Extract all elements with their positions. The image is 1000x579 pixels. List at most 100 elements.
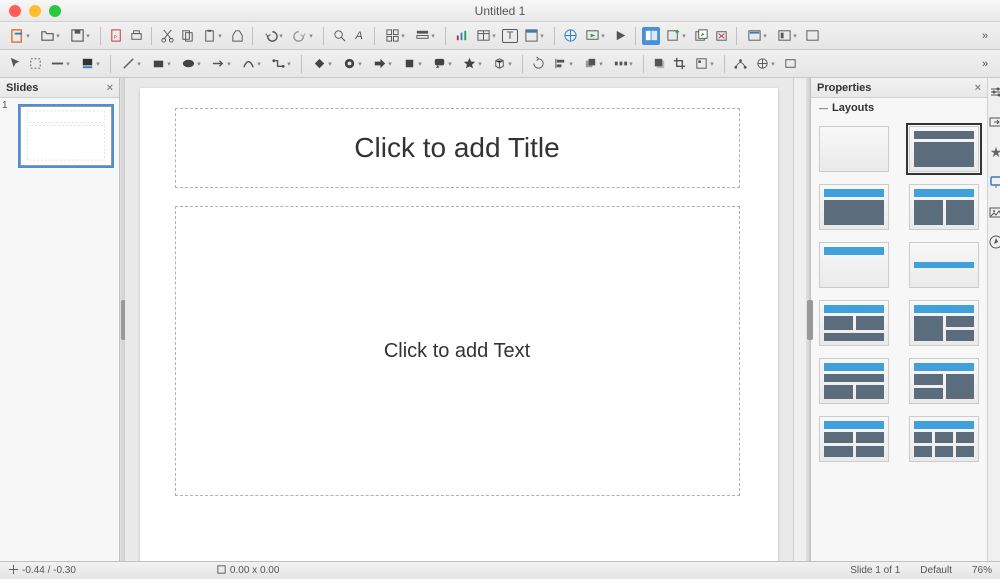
grid-button[interactable]: ▾ — [381, 27, 409, 45]
insert-chart-button[interactable] — [452, 27, 470, 45]
rotate-button[interactable] — [529, 55, 547, 73]
redo-button[interactable]: ▾ — [289, 27, 317, 45]
layout-blank[interactable] — [819, 126, 889, 172]
toolbar-overflow-button-2[interactable]: » — [976, 55, 994, 73]
undo-button[interactable]: ▾ — [259, 27, 287, 45]
line-tool-button[interactable]: ▾ — [117, 55, 145, 73]
crop-button[interactable] — [670, 55, 688, 73]
filter-button[interactable]: ▾ — [690, 55, 718, 73]
insert-header-footer-button[interactable]: ▾ — [520, 27, 548, 45]
vertical-scrollbar[interactable] — [793, 78, 806, 561]
layout-content-only[interactable] — [819, 184, 889, 230]
toolbar-drawing: ▾ ▾ ▾ ▾ ▾ ▾ ▾ ▾ ▾ ▾ ▾ ▾ ▾ ▾ ▾ ▾ ▾ ▾ ▾ ▾ … — [0, 50, 1000, 78]
spellcheck-button[interactable]: A — [350, 27, 368, 45]
layout-one-beside-two[interactable] — [909, 300, 979, 346]
layout-hdr-four[interactable] — [819, 416, 889, 462]
block-arrows-button[interactable]: ▾ — [368, 55, 396, 73]
callout-shapes-button[interactable]: ▾ — [428, 55, 456, 73]
fill-color-button[interactable]: ▾ — [76, 55, 104, 73]
arrange-button[interactable]: ▾ — [579, 55, 607, 73]
points-button[interactable] — [731, 55, 749, 73]
export-pdf-button[interactable]: P — [107, 27, 125, 45]
3d-objects-button[interactable]: ▾ — [488, 55, 516, 73]
slides-panel-close-icon[interactable]: × — [107, 82, 113, 94]
symbol-shapes-button[interactable]: ▾ — [338, 55, 366, 73]
line-color-button[interactable]: ▾ — [46, 55, 74, 73]
new-slide-button[interactable]: ▾ — [662, 27, 690, 45]
sidebar-tab-transition-icon[interactable] — [988, 114, 1000, 130]
cut-button[interactable] — [158, 27, 176, 45]
star-shapes-button[interactable]: ▾ — [458, 55, 486, 73]
right-splitter[interactable] — [806, 78, 811, 561]
find-button[interactable] — [330, 27, 348, 45]
display-views-button[interactable]: ▾ — [411, 27, 439, 45]
toggle-extrusion-button[interactable] — [781, 55, 799, 73]
save-button[interactable]: ▾ — [66, 27, 94, 45]
window-controls — [9, 5, 61, 17]
layout-hdr-six[interactable] — [909, 416, 979, 462]
minimize-window-button[interactable] — [29, 5, 41, 17]
sidebar-tab-navigator-icon[interactable] — [988, 234, 1000, 250]
title-placeholder[interactable]: Click to add Title — [175, 108, 740, 188]
master-slide-button[interactable] — [642, 27, 660, 45]
properties-panel-title: Properties — [817, 82, 871, 94]
slide-design-button[interactable]: ▾ — [773, 27, 801, 45]
sidebar-tab-master-icon[interactable] — [988, 174, 1000, 190]
ellipse-tool-button[interactable]: ▾ — [177, 55, 205, 73]
insert-textbox-button[interactable]: T — [502, 29, 518, 43]
new-button[interactable]: ▾ — [6, 27, 34, 45]
select-tool-button[interactable] — [6, 55, 24, 73]
statusbar-zoom[interactable]: 76% — [972, 565, 992, 576]
start-presentation-button[interactable]: ▾ — [581, 27, 609, 45]
separator — [554, 27, 555, 45]
layout-hdr-two-row[interactable] — [909, 358, 979, 404]
basic-shapes-button[interactable]: ▾ — [308, 55, 336, 73]
slide-canvas[interactable]: Click to add Title Click to add Text — [140, 88, 778, 561]
print-button[interactable] — [127, 27, 145, 45]
curve-tool-button[interactable]: ▾ — [237, 55, 265, 73]
sidebar-tab-gallery-icon[interactable] — [988, 204, 1000, 220]
sidebar-tab-properties-icon[interactable] — [988, 84, 1000, 100]
paste-button[interactable]: ▾ — [198, 27, 226, 45]
delete-slide-button[interactable] — [712, 27, 730, 45]
layout-title-content[interactable] — [909, 126, 979, 172]
toolbar-overflow-button[interactable]: » — [976, 27, 994, 45]
arrow-tool-button[interactable]: ▾ — [207, 55, 235, 73]
layout-hdr-row-two[interactable] — [819, 358, 889, 404]
connector-tool-button[interactable]: ▾ — [267, 55, 295, 73]
properties-panel-close-icon[interactable]: × — [975, 82, 981, 94]
align-button[interactable]: ▾ — [549, 55, 577, 73]
flowchart-button[interactable]: ▾ — [398, 55, 426, 73]
duplicate-slide-button[interactable] — [692, 27, 710, 45]
insert-hyperlink-button[interactable] — [561, 27, 579, 45]
slide-properties-button[interactable] — [803, 27, 821, 45]
slide-layout-button[interactable]: ▾ — [743, 27, 771, 45]
close-window-button[interactable] — [9, 5, 21, 17]
layout-title-only[interactable] — [819, 242, 889, 288]
maximize-window-button[interactable] — [49, 5, 61, 17]
rectangle-tool-button[interactable]: ▾ — [147, 55, 175, 73]
collapse-icon: — — [819, 103, 828, 113]
clone-format-button[interactable] — [228, 27, 246, 45]
distribute-button[interactable]: ▾ — [609, 55, 637, 73]
layout-two-content[interactable] — [909, 184, 979, 230]
slides-panel-header: Slides × — [0, 78, 119, 98]
layouts-section-header[interactable]: — Layouts — [811, 98, 987, 118]
slide-thumbnail-1[interactable] — [20, 106, 112, 166]
statusbar-master: Default — [920, 565, 952, 576]
separator — [635, 27, 636, 45]
shadow-button[interactable] — [650, 55, 668, 73]
sidebar-tab-animation-icon[interactable]: ★ — [988, 144, 1000, 160]
copy-button[interactable] — [178, 27, 196, 45]
layout-centered[interactable] — [909, 242, 979, 288]
insert-table-button[interactable]: ▾ — [472, 27, 500, 45]
separator — [522, 55, 523, 73]
open-button[interactable]: ▾ — [36, 27, 64, 45]
layout-two-over-one[interactable] — [819, 300, 889, 346]
statusbar: -0.44 / -0.30 0.00 x 0.00 Slide 1 of 1 D… — [0, 561, 1000, 579]
play-button[interactable] — [611, 27, 629, 45]
content-placeholder[interactable]: Click to add Text — [175, 206, 740, 496]
separator — [724, 55, 725, 73]
zoom-pan-button[interactable] — [26, 55, 44, 73]
glue-points-button[interactable]: ▾ — [751, 55, 779, 73]
